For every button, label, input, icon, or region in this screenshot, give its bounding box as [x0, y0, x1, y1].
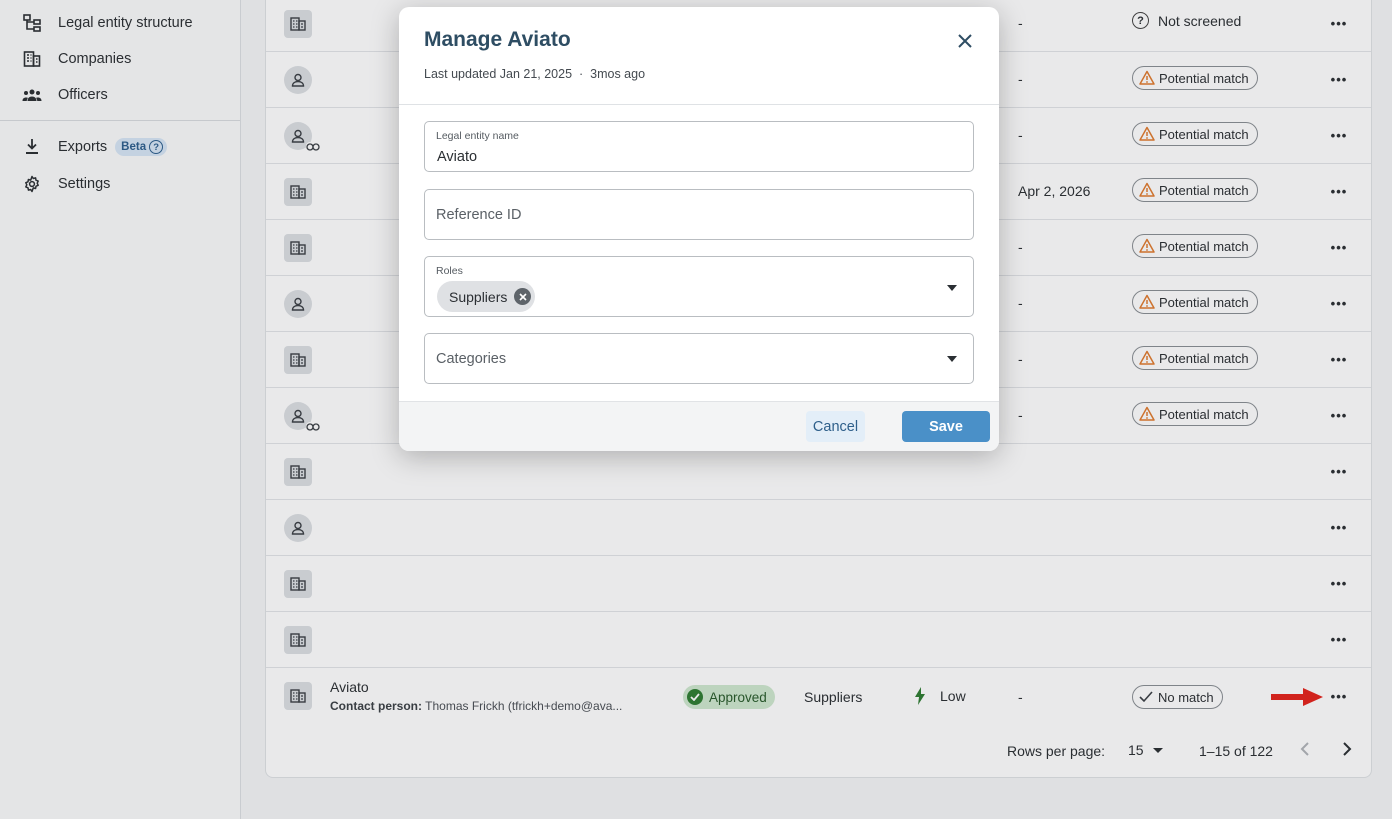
role-chip-suppliers: Suppliers: [437, 281, 536, 312]
reference-id-field[interactable]: Reference ID: [424, 189, 974, 240]
field-label: Legal entity name: [436, 130, 519, 142]
caret-down-icon[interactable]: [947, 285, 957, 291]
legal-entity-name-input[interactable]: Aviato: [437, 149, 477, 165]
save-button[interactable]: Save: [902, 411, 990, 442]
categories-select[interactable]: Categories: [424, 333, 974, 384]
reference-id-input[interactable]: Reference ID: [436, 207, 521, 223]
manage-entity-modal: Manage Aviato Last updated Jan 21, 2025 …: [399, 7, 999, 451]
remove-chip-icon[interactable]: [514, 288, 532, 305]
field-label: Roles: [436, 265, 463, 277]
modal-footer: Cancel Save: [399, 401, 999, 451]
roles-select[interactable]: Roles Suppliers: [424, 256, 974, 317]
legal-entity-name-field[interactable]: Legal entity name Aviato: [424, 121, 974, 172]
modal-title: Manage Aviato: [424, 28, 571, 51]
last-updated: Last updated Jan 21, 2025 · 3mos ago: [424, 67, 646, 81]
caret-down-icon[interactable]: [947, 356, 957, 362]
cancel-button[interactable]: Cancel: [806, 411, 865, 442]
close-icon: [958, 34, 972, 48]
modal-divider: [399, 104, 999, 105]
close-button[interactable]: [953, 29, 977, 53]
categories-placeholder: Categories: [436, 351, 507, 367]
